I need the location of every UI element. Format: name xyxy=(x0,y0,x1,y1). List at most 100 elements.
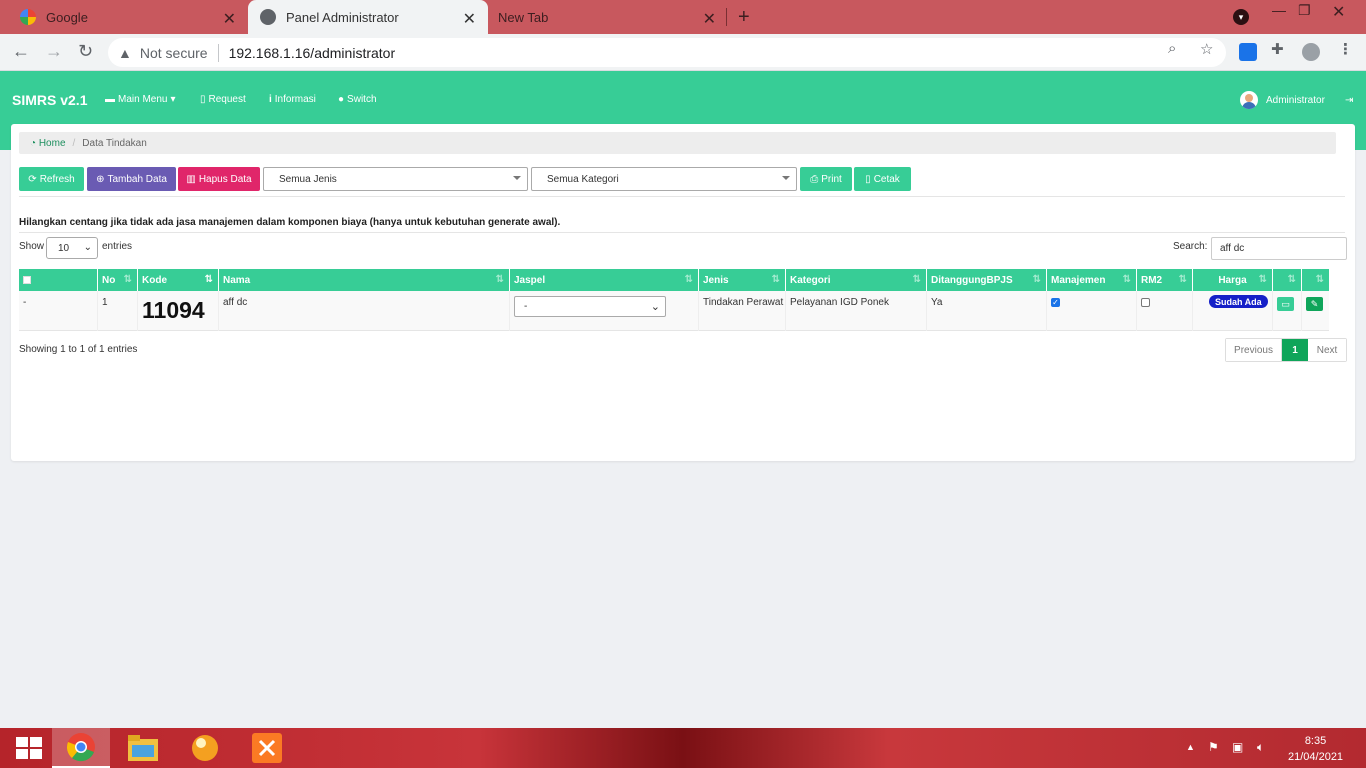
close-icon[interactable]: ✕ xyxy=(463,9,476,29)
xampp-icon[interactable] xyxy=(238,728,296,768)
network-icon[interactable]: ▣ xyxy=(1232,740,1243,754)
cetak-button[interactable]: ▯ Cetak xyxy=(854,167,911,191)
rm2-checkbox[interactable] xyxy=(1141,298,1150,307)
app-orange-icon[interactable] xyxy=(176,728,234,768)
add-data-label: Tambah Data xyxy=(107,173,167,185)
browser-toolbar: ← → ↻ ▲ Not secure 192.168.1.16/administ… xyxy=(0,34,1366,71)
logout-icon[interactable]: ⇥ xyxy=(1345,95,1353,106)
back-icon[interactable]: ← xyxy=(12,41,30,62)
close-icon[interactable]: ✕ xyxy=(223,9,236,29)
volume-icon[interactable]: 🔈︎ xyxy=(1257,740,1264,755)
edit-pencil-icon[interactable]: ✎ xyxy=(1306,297,1323,311)
tab-panel-administrator[interactable]: Panel Administrator ✕ xyxy=(248,0,488,34)
minimize-icon[interactable]: — xyxy=(1272,2,1286,22)
tab-title: Panel Administrator xyxy=(286,9,399,25)
nav-main-menu[interactable]: ▬ Main Menu ▾ xyxy=(105,94,176,105)
table-info: Showing 1 to 1 of 1 entries xyxy=(19,344,138,355)
cell-kategori: Pelayanan IGD Ponek xyxy=(786,291,927,331)
select-all-header[interactable] xyxy=(19,269,98,291)
dashboard-icon: ◔ xyxy=(30,137,37,149)
page-length-select[interactable]: 10 ⌄ xyxy=(46,237,98,259)
tab-google[interactable]: Google ✕ xyxy=(8,0,248,34)
nav-label: Switch xyxy=(347,94,377,105)
delete-data-button[interactable]: ▥ Hapus Data xyxy=(178,167,260,191)
column-kategori[interactable]: Kategori ⇅ xyxy=(786,269,927,291)
forward-icon[interactable]: → xyxy=(45,41,63,62)
tab-divider xyxy=(726,8,727,26)
column-label: Jenis xyxy=(703,274,729,286)
window-close-icon[interactable]: ✕ xyxy=(1332,2,1345,22)
profile-icon[interactable] xyxy=(1302,43,1320,61)
search-input[interactable]: aff dc xyxy=(1211,237,1347,260)
page-1-button[interactable]: 1 xyxy=(1282,339,1308,361)
tab-search-icon[interactable]: ▾ xyxy=(1233,9,1249,25)
refresh-button[interactable]: ⟳ Refresh xyxy=(19,167,84,191)
cell-bpjs: Ya xyxy=(927,291,1047,331)
kategori-filter-select[interactable]: Semua Kategori xyxy=(531,167,797,191)
extension-search-icon[interactable] xyxy=(1239,43,1257,61)
add-data-button[interactable]: ⊕ Tambah Data xyxy=(87,167,176,191)
reload-icon[interactable]: ↻ xyxy=(78,41,93,62)
search-label: Search: xyxy=(1173,241,1208,252)
windows-start-icon[interactable] xyxy=(0,728,58,768)
nav-informasi[interactable]: i Informasi xyxy=(269,94,316,105)
cell-select: - xyxy=(19,291,98,331)
breadcrumb-current: Data Tindakan xyxy=(82,137,147,149)
file-explorer-icon[interactable] xyxy=(114,728,172,768)
manajemen-checkbox[interactable]: ✓ xyxy=(1051,298,1060,307)
column-label: DitanggungBPJS xyxy=(931,274,1013,286)
file-icon: ▯ xyxy=(200,94,206,105)
folder-open-icon[interactable]: ▭ xyxy=(1277,297,1294,311)
select-all-checkbox[interactable] xyxy=(23,276,31,284)
column-ditanggung-bpjs[interactable]: DitanggungBPJS ⇅ xyxy=(927,269,1047,291)
next-page-button[interactable]: Next xyxy=(1308,339,1346,361)
warning-icon: ▲ xyxy=(118,44,132,61)
nav-label: Request xyxy=(208,94,246,105)
harga-status-badge[interactable]: Sudah Ada xyxy=(1209,295,1268,308)
system-clock[interactable]: 8:35 21/04/2021 xyxy=(1288,733,1343,765)
column-label: RM2 xyxy=(1141,274,1163,286)
divider xyxy=(19,232,1345,233)
new-tab-icon[interactable]: + xyxy=(738,6,750,29)
jenis-filter-select[interactable]: Semua Jenis xyxy=(263,167,528,191)
divider xyxy=(19,196,1345,197)
clock-time: 8:35 xyxy=(1304,735,1327,747)
column-label: No xyxy=(102,274,116,286)
column-action-2[interactable]: ⇅ xyxy=(1302,269,1329,291)
action-center-flag-icon[interactable]: ⚑ xyxy=(1208,740,1219,754)
tray-expand-icon[interactable]: ▲ xyxy=(1186,742,1195,752)
breadcrumb-home[interactable]: ◔ Home xyxy=(30,138,66,149)
close-icon[interactable]: ✕ xyxy=(703,9,716,29)
column-rm2[interactable]: RM2 ⇅ xyxy=(1137,269,1193,291)
zoom-icon[interactable]: ⌕ xyxy=(1168,40,1176,57)
column-nama[interactable]: Nama ⇅ xyxy=(219,269,510,291)
column-manajemen[interactable]: Manajemen ⇅ xyxy=(1047,269,1137,291)
page-length-value: 10 xyxy=(58,242,70,254)
content-panel: ◔ Home / Data Tindakan ⟳ Refresh ⊕ Tamba… xyxy=(11,124,1355,461)
column-kode[interactable]: Kode ⇅ xyxy=(138,269,219,291)
column-no[interactable]: No ⇅ xyxy=(98,269,138,291)
address-bar[interactable]: ▲ Not secure 192.168.1.16/administrator xyxy=(108,38,1226,67)
restore-icon[interactable]: ❐ xyxy=(1298,2,1311,22)
jaspel-select[interactable]: - ⌄ xyxy=(514,296,666,317)
nav-switch[interactable]: ● Switch xyxy=(338,94,377,105)
column-action-1[interactable]: ⇅ xyxy=(1273,269,1302,291)
cetak-label: Cetak xyxy=(873,173,900,185)
bookmark-star-icon[interactable]: ☆ xyxy=(1200,40,1213,58)
caret-down-icon xyxy=(513,176,521,180)
extensions-puzzle-icon[interactable]: ✚ xyxy=(1271,40,1284,58)
previous-page-button[interactable]: Previous xyxy=(1226,339,1282,361)
nav-request[interactable]: ▯ Request xyxy=(200,94,246,105)
chrome-menu-icon[interactable]: ⋮ xyxy=(1338,40,1353,58)
column-jaspel[interactable]: Jaspel ⇅ xyxy=(510,269,699,291)
table-header: No ⇅ Kode ⇅ Nama ⇅ Jaspel ⇅ Jenis ⇅ Kategori ⇅… xyxy=(19,269,1329,291)
print-button[interactable]: ⎙ Print xyxy=(800,167,852,191)
column-harga[interactable]: Harga ⇅ xyxy=(1193,269,1273,291)
column-jenis[interactable]: Jenis ⇅ xyxy=(699,269,786,291)
chrome-taskbar-icon[interactable] xyxy=(52,728,110,768)
sort-icon: ⇅ xyxy=(1122,274,1131,285)
app-brand[interactable]: SIMRS v2.1 xyxy=(12,92,87,108)
user-menu[interactable]: Administrator xyxy=(1240,91,1325,109)
show-label: Show xyxy=(19,241,45,252)
tab-new-tab[interactable]: New Tab ✕ xyxy=(488,0,728,34)
